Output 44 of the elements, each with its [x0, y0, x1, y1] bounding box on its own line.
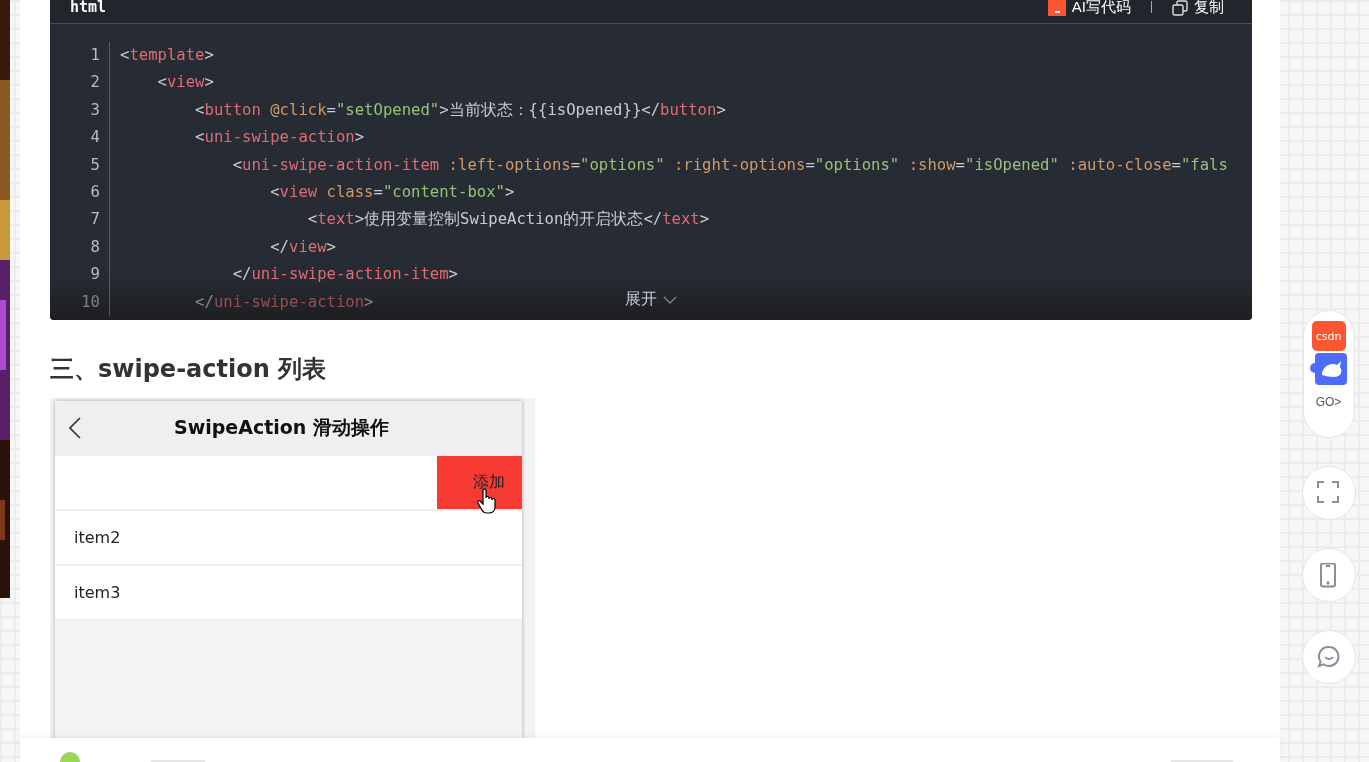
- code-line: <button @click="setOpened">当前状态：{{isOpened}}</button>: [194, 99, 726, 121]
- line-number: 4: [89, 127, 100, 149]
- line-number: 10: [80, 291, 100, 313]
- fullscreen-icon: [1317, 480, 1340, 506]
- copy-icon: [1172, 0, 1188, 16]
- code-language-label: html: [70, 0, 108, 16]
- code-line: <uni-swipe-action-item :left-options="options" :right-options="options" :show="isOpened" :auto-close="fals: [231, 154, 1228, 176]
- line-number: 6: [89, 181, 100, 203]
- line-number: 8: [89, 236, 100, 258]
- copy-button[interactable]: 复制: [1172, 0, 1224, 17]
- fullscreen-button[interactable]: [1301, 466, 1356, 520]
- code-line: <template>: [120, 45, 214, 66]
- code-line: </uni-swipe-action-item>: [231, 264, 458, 286]
- logo: csdn: [1311, 321, 1346, 351]
- chat-button[interactable]: [1301, 630, 1356, 684]
- code-line: <view>: [156, 72, 214, 94]
- ai-assistant-widget[interactable]: csdn GO>: [1302, 310, 1355, 438]
- whale-icon: [1308, 351, 1349, 387]
- line-number: 2: [89, 72, 100, 94]
- line-number: 9: [89, 264, 100, 286]
- list-row[interactable]: item2: [55, 510, 522, 566]
- nav-title: SwipeAction 滑动操作: [173, 415, 390, 441]
- chevron-down-icon: [663, 295, 677, 304]
- code-line: </view>: [269, 236, 336, 258]
- section-heading: 三、swipe-action 列表: [50, 353, 328, 385]
- go-link[interactable]: GO>: [1315, 395, 1342, 409]
- line-number: 3: [89, 99, 100, 121]
- code-line: <uni-swipe-action>: [194, 127, 365, 149]
- phone-button[interactable]: [1301, 548, 1356, 602]
- back-icon[interactable]: [69, 417, 81, 440]
- avatar-icon: [60, 752, 80, 762]
- line-number: 7: [89, 209, 100, 231]
- hand-cursor-icon: [477, 487, 497, 514]
- line-number: 5: [89, 154, 100, 176]
- ai-code-button[interactable]: AI写代码: [1047, 0, 1131, 17]
- code-line: <view class="content-box">: [269, 181, 515, 203]
- swipe-row[interactable]: 添加: [55, 455, 522, 511]
- code-line: </uni-swipe-action>: [194, 291, 374, 313]
- list-row[interactable]: item3: [55, 565, 522, 621]
- line-number: 1: [89, 45, 100, 66]
- chat-bubble-icon: [1317, 644, 1340, 670]
- expand-button[interactable]: 展开: [625, 289, 677, 311]
- ai-icon: [1047, 0, 1066, 16]
- code-line: <text>使用变量控制SwipeAction的开启状态</text>: [306, 209, 710, 231]
